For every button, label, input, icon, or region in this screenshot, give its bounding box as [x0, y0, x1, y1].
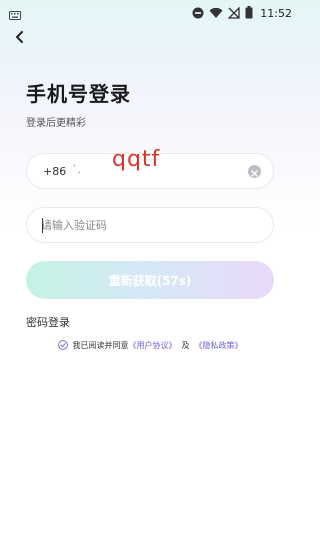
password-login-link[interactable]: 密码登录 — [26, 314, 70, 330]
status-time: 11:52 — [260, 7, 292, 20]
page-subtitle: 登录后更精彩 — [26, 118, 86, 129]
page-title: 手机号登录 — [26, 82, 131, 106]
agreement-checkbox[interactable] — [57, 339, 68, 352]
resend-code-button[interactable]: 重新获取(57s) — [26, 261, 274, 299]
agreement-row: 我已阅读并同意 《用户协议》 及 《隐私政策》 — [0, 339, 300, 352]
privacy-policy-link[interactable]: 《隐私政策》 — [195, 340, 243, 351]
country-code-prefix[interactable]: +86 — [43, 165, 66, 178]
status-bar: 11:52 — [0, 0, 300, 24]
verification-code-input[interactable] — [41, 216, 241, 234]
user-agreement-link[interactable]: 《用户协议》 — [129, 340, 177, 351]
no-sim-icon — [227, 4, 240, 23]
battery-icon — [245, 4, 253, 23]
phone-number-value[interactable]: `. — [72, 163, 81, 176]
phone-overlay-text: qqtf — [112, 147, 161, 172]
back-button[interactable] — [10, 28, 30, 48]
verification-code-field[interactable] — [26, 207, 274, 243]
agreement-text: 我已阅读并同意 — [72, 341, 129, 350]
close-icon — [251, 162, 258, 181]
do-not-disturb-icon — [192, 4, 204, 23]
keyboard-icon — [9, 6, 21, 20]
clear-phone-button[interactable] — [248, 165, 261, 178]
chevron-left-icon — [14, 29, 26, 48]
agreement-and: 及 — [181, 341, 190, 350]
check-circle-icon — [57, 339, 68, 352]
wifi-icon — [209, 4, 223, 23]
